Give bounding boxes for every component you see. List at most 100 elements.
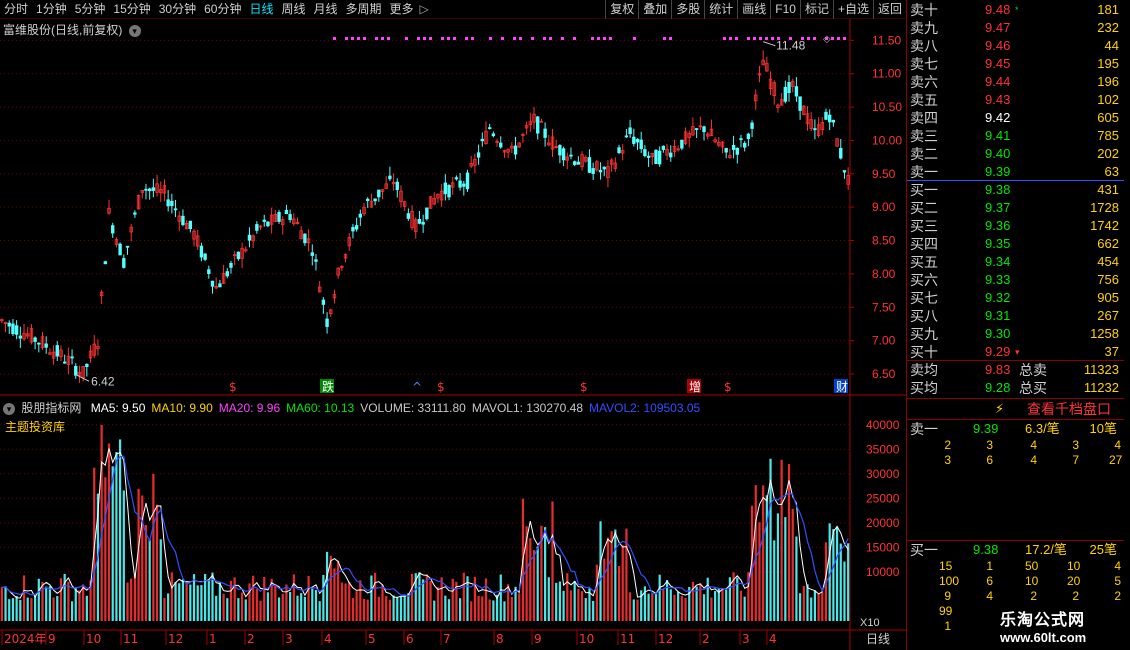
- bid-queue-row-2[interactable]: 9 4 2 2 2: [907, 589, 1125, 604]
- period-tab-3[interactable]: 15分钟: [109, 0, 154, 19]
- candle-body: [62, 361, 67, 364]
- volume-bar: [673, 594, 676, 621]
- level1000-button[interactable]: ⚡ 查看千档盘口: [907, 400, 1125, 418]
- candle-body: [513, 145, 518, 155]
- volume-bar: [281, 593, 284, 621]
- toolbar-button-3[interactable]: 统计: [704, 0, 737, 19]
- ask-vol: 196: [1097, 74, 1119, 89]
- ask-queue-header[interactable]: 卖一 9.39 6.3/笔 10笔: [907, 420, 1125, 438]
- ask-queue-row-0[interactable]: 2 3 4 3 4: [907, 438, 1125, 453]
- volume-bar: [503, 601, 506, 621]
- event-marker-7[interactable]: 财: [836, 380, 848, 394]
- event-marker-2[interactable]: ^: [412, 380, 422, 394]
- period-tab-4[interactable]: 30分钟: [155, 0, 200, 19]
- bid-queue-row-1[interactable]: 100 6 10 20 5: [907, 574, 1125, 589]
- bid-row-4[interactable]: 买五 9.34 454: [907, 253, 1125, 271]
- bid-row-7[interactable]: 买八 9.31 267: [907, 307, 1125, 325]
- avg_bid-row[interactable]: 买均 9.28 总买 11232: [907, 379, 1125, 397]
- kline-chart[interactable]: 11.50 11.00 10.50 10.00 9.50 9.00 8.50 8.00 7.50…: [0, 19, 906, 650]
- bid-row-0[interactable]: 买一 9.38 431: [907, 181, 1125, 199]
- period-tab-6[interactable]: 日线: [245, 0, 277, 19]
- signal-dot: [447, 37, 450, 40]
- bid-row-8[interactable]: 买九 9.30 1258: [907, 325, 1125, 343]
- bid-row-2[interactable]: 买三 9.36 1742: [907, 217, 1125, 235]
- diamond-icon[interactable]: ◇: [823, 34, 831, 45]
- volume-bar: [0, 587, 3, 621]
- indicator-name[interactable]: 股朋指标网: [21, 401, 81, 415]
- toolbar-button-2[interactable]: 多股: [671, 0, 704, 19]
- bid-queue-header[interactable]: 买一 9.38 17.2/笔 25笔: [907, 541, 1125, 559]
- period-tab-2[interactable]: 5分钟: [71, 0, 110, 19]
- ask-row-7[interactable]: 卖三 9.41 785: [907, 127, 1125, 145]
- period-tab-1[interactable]: 1分钟: [32, 0, 71, 19]
- toolbar-button-5[interactable]: F10: [770, 0, 800, 19]
- price-axis-label-1: 11.00: [872, 67, 901, 81]
- watermark: 乐淘公式网 www.60lt.com: [986, 604, 1130, 650]
- toolbar-button-4[interactable]: 画线: [737, 0, 770, 19]
- toolbar-button-8[interactable]: 返回: [872, 0, 906, 19]
- candle-body: [111, 225, 115, 234]
- ask-row-4[interactable]: 卖六 9.44 196: [907, 73, 1125, 91]
- bid-price: 9.37: [985, 200, 1011, 215]
- toolbar-button-7[interactable]: +自选: [832, 0, 873, 19]
- event-marker-3[interactable]: $: [437, 380, 445, 394]
- period-tab-5[interactable]: 60分钟: [200, 0, 245, 19]
- chevron-down-icon[interactable]: ▾: [3, 403, 15, 415]
- ask-queue-cell: 2: [944, 438, 951, 452]
- event-marker-1[interactable]: 跌: [322, 379, 334, 394]
- candle-body: [465, 172, 470, 190]
- ask-row-2[interactable]: 卖八 9.46 44: [907, 37, 1125, 55]
- ask-row-6[interactable]: 卖四 9.42 605: [907, 109, 1125, 127]
- event-marker-6[interactable]: $: [724, 380, 732, 394]
- event-marker-0[interactable]: $: [229, 380, 237, 394]
- bid-row-3[interactable]: 买四 9.35 662: [907, 235, 1125, 253]
- volume-bar: [806, 584, 809, 621]
- volume-bar: [725, 589, 728, 621]
- volume-bar: [274, 583, 277, 621]
- candle-body: [454, 177, 459, 180]
- toolbar-button-0[interactable]: 复权: [605, 0, 638, 19]
- ask-price: 9.48: [985, 2, 1011, 17]
- avg_ask-row[interactable]: 卖均 9.83 总卖 11323: [907, 361, 1125, 379]
- event-marker-4[interactable]: $: [580, 380, 588, 394]
- period-tab-7[interactable]: 周线: [277, 0, 309, 19]
- volume-bar: [765, 495, 768, 621]
- more-arrow-icon[interactable]: ▷: [418, 0, 431, 19]
- toolbar-button-6[interactable]: 标记: [799, 0, 833, 19]
- candle-body: [569, 154, 573, 157]
- period-tab-10[interactable]: 更多: [386, 0, 418, 19]
- bid-queue-row-0[interactable]: 15 1 50 10 4: [907, 559, 1125, 574]
- ask-row-1[interactable]: 卖九 9.47 232: [907, 19, 1125, 37]
- candle-body: [7, 322, 11, 327]
- period-tab-0[interactable]: 分时: [0, 0, 32, 19]
- bid-row-6[interactable]: 买七 9.32 905: [907, 289, 1125, 307]
- ask-queue-row-1[interactable]: 3 6 4 7 27: [907, 453, 1125, 468]
- bid-queue-avg: 17.2/笔: [1025, 542, 1067, 557]
- ask-row-5[interactable]: 卖五 9.43 102: [907, 91, 1125, 109]
- period-tab-8[interactable]: 月线: [310, 0, 342, 19]
- candle-body: [147, 188, 152, 192]
- bid-row-1[interactable]: 买二 9.37 1728: [907, 199, 1125, 217]
- bid-row-5[interactable]: 买六 9.33 756: [907, 271, 1125, 289]
- toolbar-button-1[interactable]: 叠加: [638, 0, 671, 19]
- ask-row-8[interactable]: 卖二 9.40 202: [907, 145, 1125, 163]
- indicator-sub-label[interactable]: 主题投资库: [5, 420, 65, 434]
- bid-row-9[interactable]: 买十 9.29 ▾ 37: [907, 343, 1125, 361]
- volume-bar: [237, 598, 240, 621]
- bid-label: 买二: [910, 200, 938, 216]
- candle-body: [181, 215, 185, 226]
- volume-bar: [606, 537, 610, 621]
- period-tab-9[interactable]: 多周期: [342, 0, 386, 19]
- volume-bar: [11, 598, 15, 621]
- signal-dot: [387, 37, 390, 40]
- ask-row-9[interactable]: 卖一 9.39 63: [907, 163, 1125, 181]
- bid-vol: 1728: [1090, 200, 1119, 215]
- event-marker-5[interactable]: 增: [689, 380, 701, 394]
- ask-row-0[interactable]: 卖十 9.48 * 181: [907, 1, 1125, 19]
- volume-bar: [743, 596, 746, 621]
- period-label[interactable]: 日线: [866, 632, 890, 646]
- chevron-down-icon[interactable]: ▾: [128, 25, 141, 37]
- candle-body: [632, 136, 636, 144]
- candle-body: [310, 252, 314, 256]
- ask-row-3[interactable]: 卖七 9.45 195: [907, 55, 1125, 73]
